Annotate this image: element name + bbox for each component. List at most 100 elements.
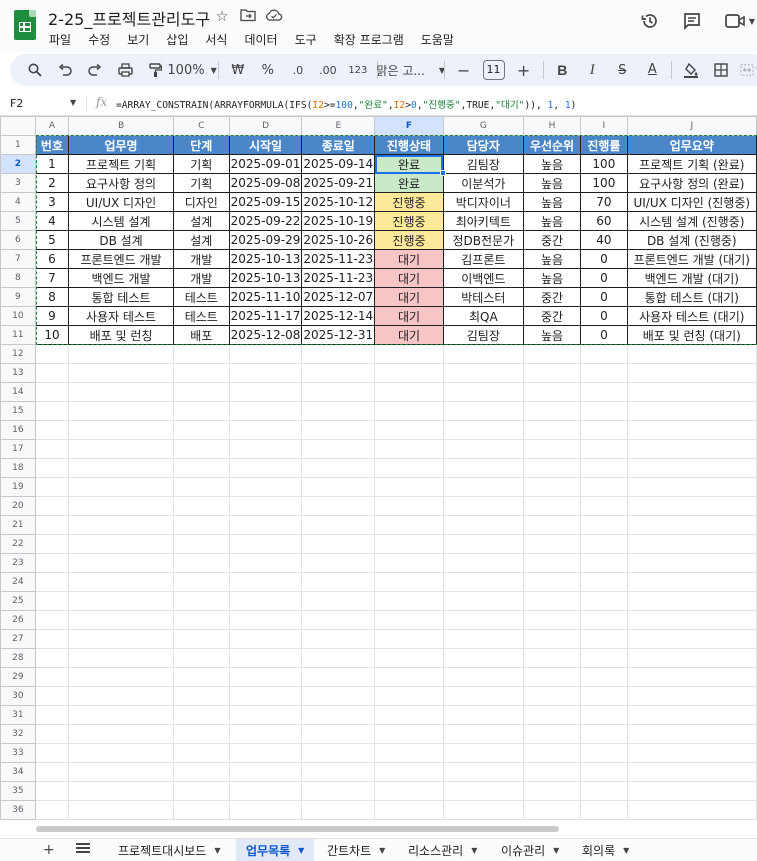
empty-cell[interactable]: [68, 724, 174, 744]
empty-cell[interactable]: [228, 572, 303, 592]
empty-cell[interactable]: [301, 667, 376, 687]
empty-cell[interactable]: [68, 534, 174, 554]
empty-cell[interactable]: [522, 458, 582, 478]
empty-cell[interactable]: [172, 515, 230, 535]
empty-cell[interactable]: [374, 458, 444, 478]
empty-cell[interactable]: [626, 743, 757, 763]
empty-cell[interactable]: [172, 439, 230, 459]
empty-cell[interactable]: [228, 534, 303, 554]
row-header[interactable]: 20: [0, 496, 36, 516]
table-cell[interactable]: 2025-10-19: [301, 211, 376, 231]
status-cell[interactable]: 진행중: [374, 211, 444, 231]
table-cell[interactable]: 높음: [522, 268, 582, 288]
table-header-cell[interactable]: 진행상태: [374, 135, 444, 155]
empty-cell[interactable]: [626, 591, 757, 611]
row-header[interactable]: 11: [0, 325, 36, 345]
table-cell[interactable]: 김팀장: [442, 325, 524, 345]
table-cell[interactable]: 1: [34, 154, 70, 174]
empty-cell[interactable]: [374, 762, 444, 782]
empty-cell[interactable]: [68, 496, 174, 516]
empty-cell[interactable]: [442, 363, 524, 383]
table-cell[interactable]: DB 설계 (진행중): [626, 230, 757, 250]
table-cell[interactable]: 설계: [172, 211, 230, 231]
empty-cell[interactable]: [172, 686, 230, 706]
empty-cell[interactable]: [522, 572, 582, 592]
empty-cell[interactable]: [626, 686, 757, 706]
table-cell[interactable]: 10: [34, 325, 70, 345]
table-cell[interactable]: 70: [580, 192, 628, 212]
empty-cell[interactable]: [442, 477, 524, 497]
percent-format-button[interactable]: %: [257, 58, 279, 82]
empty-cell[interactable]: [522, 382, 582, 402]
sheet-tab[interactable]: 간트차트 ▼: [317, 839, 395, 861]
empty-cell[interactable]: [172, 667, 230, 687]
empty-cell[interactable]: [301, 743, 376, 763]
empty-cell[interactable]: [228, 686, 303, 706]
empty-cell[interactable]: [374, 496, 444, 516]
empty-cell[interactable]: [442, 686, 524, 706]
table-cell[interactable]: 2025-09-08: [228, 173, 303, 193]
row-header[interactable]: 18: [0, 458, 36, 478]
empty-cell[interactable]: [172, 496, 230, 516]
table-cell[interactable]: 2025-09-01: [228, 154, 303, 174]
table-cell[interactable]: 9: [34, 306, 70, 326]
empty-cell[interactable]: [374, 553, 444, 573]
empty-cell[interactable]: [374, 534, 444, 554]
fill-color-icon[interactable]: [680, 58, 702, 82]
empty-cell[interactable]: [626, 534, 757, 554]
empty-cell[interactable]: [172, 762, 230, 782]
empty-cell[interactable]: [68, 553, 174, 573]
empty-cell[interactable]: [301, 629, 376, 649]
table-cell[interactable]: UI/UX 디자인 (진행중): [626, 192, 757, 212]
table-cell[interactable]: 시스템 설계 (진행중): [626, 211, 757, 231]
empty-cell[interactable]: [522, 724, 582, 744]
empty-cell[interactable]: [442, 420, 524, 440]
empty-cell[interactable]: [522, 401, 582, 421]
sheet-tab[interactable]: 프로젝트대시보드 ▼: [108, 839, 230, 861]
table-cell[interactable]: 프론트엔드 개발 (대기): [626, 249, 757, 269]
empty-cell[interactable]: [301, 800, 376, 820]
status-cell[interactable]: 대기: [374, 249, 444, 269]
menu-item[interactable]: 데이터: [244, 31, 277, 48]
table-cell[interactable]: 박테스터: [442, 287, 524, 307]
empty-cell[interactable]: [34, 572, 70, 592]
empty-cell[interactable]: [68, 458, 174, 478]
empty-cell[interactable]: [228, 762, 303, 782]
italic-icon[interactable]: I: [581, 58, 603, 82]
column-header-e[interactable]: E: [301, 116, 376, 136]
row-header[interactable]: 29: [0, 667, 36, 687]
empty-cell[interactable]: [626, 629, 757, 649]
empty-cell[interactable]: [580, 401, 628, 421]
row-header[interactable]: 4: [0, 192, 36, 212]
horizontal-scrollbar[interactable]: [36, 826, 559, 832]
empty-cell[interactable]: [68, 781, 174, 801]
empty-cell[interactable]: [626, 344, 757, 364]
empty-cell[interactable]: [301, 344, 376, 364]
empty-cell[interactable]: [580, 534, 628, 554]
empty-cell[interactable]: [34, 553, 70, 573]
empty-cell[interactable]: [522, 610, 582, 630]
table-header-cell[interactable]: 시작일: [228, 135, 303, 155]
menu-item[interactable]: 확장 프로그램: [334, 31, 404, 48]
empty-cell[interactable]: [68, 800, 174, 820]
search-menus-icon[interactable]: [24, 58, 46, 82]
empty-cell[interactable]: [626, 458, 757, 478]
sheets-logo-icon[interactable]: [14, 10, 36, 40]
table-cell[interactable]: 프로젝트 기획: [68, 154, 174, 174]
table-cell[interactable]: 통합 테스트 (대기): [626, 287, 757, 307]
table-cell[interactable]: 프로젝트 기획 (완료): [626, 154, 757, 174]
table-header-cell[interactable]: 종료일: [301, 135, 376, 155]
row-header[interactable]: 8: [0, 268, 36, 288]
column-header-j[interactable]: J: [626, 116, 757, 136]
table-cell[interactable]: 높음: [522, 211, 582, 231]
empty-cell[interactable]: [34, 382, 70, 402]
empty-cell[interactable]: [522, 344, 582, 364]
all-sheets-icon[interactable]: [76, 843, 90, 853]
empty-cell[interactable]: [626, 667, 757, 687]
column-header-a[interactable]: A: [34, 116, 70, 136]
empty-cell[interactable]: [34, 705, 70, 725]
empty-cell[interactable]: [34, 648, 70, 668]
empty-cell[interactable]: [172, 477, 230, 497]
status-cell[interactable]: 진행중: [374, 230, 444, 250]
decrease-decimal-button[interactable]: .0: [287, 58, 309, 82]
